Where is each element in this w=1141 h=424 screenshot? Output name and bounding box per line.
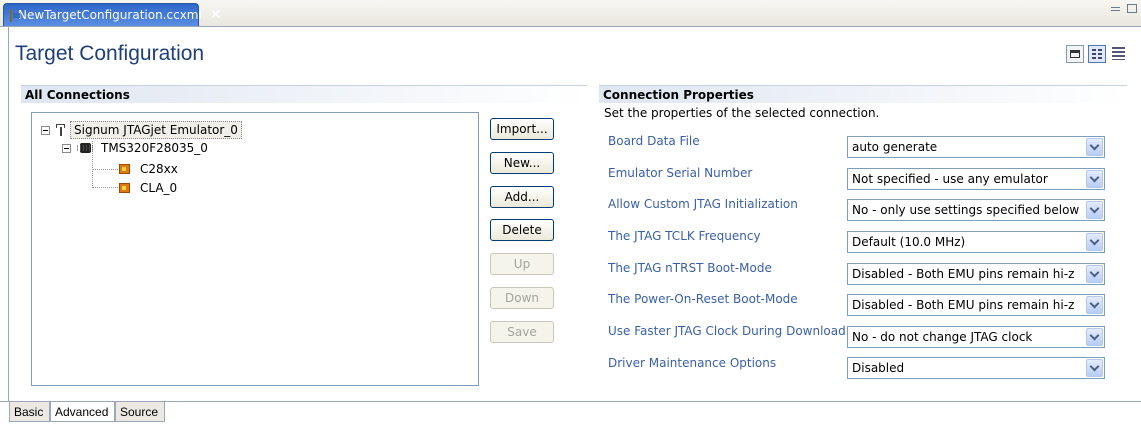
select-value: Disabled - Both EMU pins remain hi-z bbox=[852, 298, 1075, 312]
tree-line bbox=[92, 187, 118, 188]
select-value: Not specified - use any emulator bbox=[852, 172, 1048, 186]
faster-jtag-clock-select[interactable]: No - do not change JTAG clock bbox=[847, 326, 1105, 348]
select-value: Default (10.0 MHz) bbox=[852, 235, 966, 249]
custom-jtag-init-select[interactable]: No - only use settings specified below bbox=[847, 199, 1105, 221]
chevron-down-icon[interactable] bbox=[1086, 201, 1103, 219]
property-label: Allow Custom JTAG Initialization bbox=[608, 197, 798, 211]
all-connections-header: All Connections bbox=[21, 85, 587, 103]
window-controls bbox=[1111, 4, 1137, 13]
add-button[interactable]: Add... bbox=[490, 186, 554, 208]
chevron-down-icon[interactable] bbox=[1086, 328, 1103, 346]
select-value: Disabled bbox=[852, 361, 905, 375]
cpu-core-icon bbox=[117, 181, 133, 195]
tree-node-label: C28xx bbox=[140, 162, 178, 176]
ccxml-file-icon bbox=[10, 8, 20, 22]
up-button[interactable]: Up bbox=[490, 253, 554, 275]
close-icon[interactable]: ✕ bbox=[210, 7, 222, 23]
editor-tab[interactable]: NewTargetConfiguration.ccxml ✕ bbox=[3, 3, 222, 26]
property-label: The JTAG nTRST Boot-Mode bbox=[608, 261, 772, 275]
property-label: Emulator Serial Number bbox=[608, 166, 753, 180]
minimize-icon[interactable] bbox=[1111, 4, 1121, 13]
tab-source[interactable]: Source bbox=[115, 402, 165, 422]
emulator-serial-number-select[interactable]: Not specified - use any emulator bbox=[847, 168, 1105, 190]
select-value: No - only use settings specified below bbox=[852, 203, 1080, 217]
import-button[interactable]: Import... bbox=[490, 118, 554, 140]
tree-node-device[interactable]: TMS320F28035_0 bbox=[62, 139, 211, 157]
property-label: Board Data File bbox=[608, 134, 700, 148]
cpu-core-icon bbox=[117, 162, 133, 176]
new-button[interactable]: New... bbox=[490, 152, 554, 174]
connections-tree[interactable]: Signum JTAGjet Emulator_0 TMS320F28035_0… bbox=[31, 112, 479, 386]
tree-node-emulator[interactable]: Signum JTAGjet Emulator_0 bbox=[41, 121, 242, 139]
collapse-icon[interactable] bbox=[1066, 45, 1084, 63]
columns-layout-icon[interactable] bbox=[1088, 45, 1106, 63]
chip-icon bbox=[77, 142, 94, 154]
chevron-down-icon[interactable] bbox=[1086, 233, 1103, 251]
view-toolbar bbox=[1066, 45, 1128, 63]
tab-basic[interactable]: Basic bbox=[9, 402, 50, 422]
tree-line bbox=[92, 169, 118, 170]
chevron-down-icon[interactable] bbox=[1086, 296, 1103, 314]
jtag-tclk-frequency-select[interactable]: Default (10.0 MHz) bbox=[847, 231, 1105, 253]
driver-maintenance-options-select[interactable]: Disabled bbox=[847, 357, 1105, 379]
collapse-tree-icon[interactable] bbox=[41, 125, 50, 135]
property-label: The Power-On-Reset Boot-Mode bbox=[608, 292, 798, 306]
chevron-down-icon[interactable] bbox=[1086, 265, 1103, 283]
connection-properties-description: Set the properties of the selected conne… bbox=[604, 106, 880, 120]
property-label: Driver Maintenance Options bbox=[608, 356, 777, 370]
jtag-ntrst-boot-mode-select[interactable]: Disabled - Both EMU pins remain hi-z bbox=[847, 263, 1105, 285]
editor-tab-bar: NewTargetConfiguration.ccxml ✕ bbox=[0, 0, 1141, 27]
page-title: Target Configuration bbox=[15, 42, 205, 65]
select-value: Disabled - Both EMU pins remain hi-z bbox=[852, 267, 1075, 281]
editor-tab-label: NewTargetConfiguration.ccxml bbox=[18, 8, 202, 22]
chevron-down-icon[interactable] bbox=[1086, 138, 1103, 156]
tree-node-label: CLA_0 bbox=[140, 181, 178, 195]
save-button[interactable]: Save bbox=[490, 321, 554, 343]
down-button[interactable]: Down bbox=[490, 287, 554, 309]
collapse-tree-icon[interactable] bbox=[62, 143, 71, 153]
tab-advanced[interactable]: Advanced bbox=[50, 402, 115, 422]
connection-properties-header: Connection Properties bbox=[599, 85, 1127, 103]
power-on-reset-boot-mode-select[interactable]: Disabled - Both EMU pins remain hi-z bbox=[847, 294, 1105, 316]
maximize-icon[interactable] bbox=[1127, 4, 1137, 13]
tree-node-label: TMS320F28035_0 bbox=[101, 141, 208, 155]
rows-layout-icon[interactable] bbox=[1110, 45, 1128, 63]
chevron-down-icon[interactable] bbox=[1086, 359, 1103, 377]
delete-button[interactable]: Delete bbox=[490, 219, 554, 241]
property-label: The JTAG TCLK Frequency bbox=[608, 229, 761, 243]
tree-node-core-c28xx[interactable]: C28xx bbox=[117, 160, 181, 178]
property-label: Use Faster JTAG Clock During Download bbox=[608, 324, 846, 338]
chevron-down-icon[interactable] bbox=[1086, 170, 1103, 188]
board-data-file-select[interactable]: auto generate bbox=[847, 136, 1105, 158]
select-value: auto generate bbox=[852, 140, 938, 154]
tree-node-label: Signum JTAGjet Emulator_0 bbox=[70, 121, 242, 139]
emulator-icon bbox=[56, 123, 66, 137]
tree-node-core-cla[interactable]: CLA_0 bbox=[117, 179, 180, 197]
editor-page-tabs: Basic Advanced Source bbox=[0, 401, 1141, 424]
select-value: No - do not change JTAG clock bbox=[852, 330, 1033, 344]
